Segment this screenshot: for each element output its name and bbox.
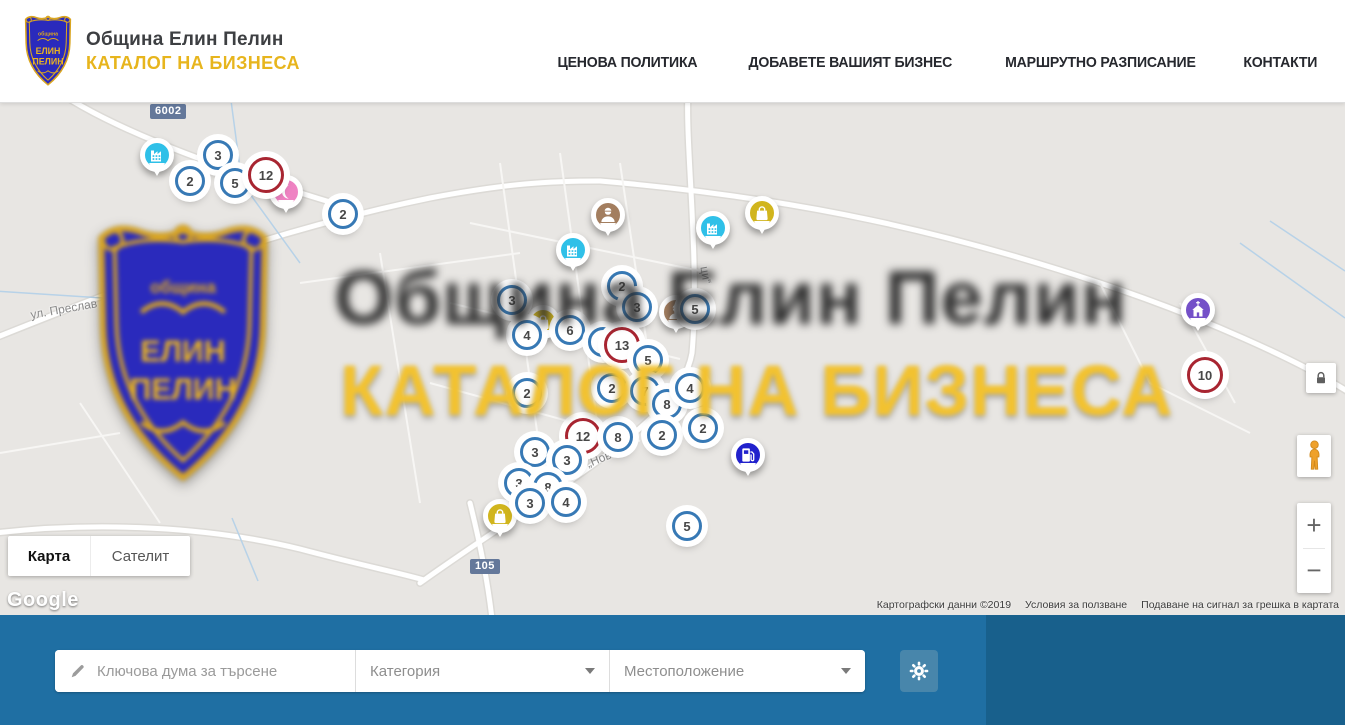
cluster-marker[interactable]: 3 (552, 445, 582, 475)
cluster-marker[interactable]: 2 (647, 420, 677, 450)
pegman-icon (1305, 440, 1324, 472)
cluster-marker[interactable]: 2 (328, 199, 358, 229)
chevron-down-icon (841, 668, 851, 679)
category-value: Категория (370, 663, 440, 680)
main-nav: ЦЕНОВА ПОЛИТИКА ДОБАВЕТЕ ВАШИЯТ БИЗНЕС М… (553, 54, 1320, 71)
location-select[interactable]: Местоположение (609, 650, 865, 692)
chevron-down-icon (585, 668, 595, 679)
cluster-marker[interactable]: 12 (248, 157, 284, 193)
factory-pin[interactable] (556, 233, 590, 267)
bag-pin[interactable] (745, 196, 779, 230)
cluster-marker[interactable]: 8 (603, 422, 633, 452)
map-type-satellite-button[interactable]: Сателит (90, 536, 190, 576)
category-select[interactable]: Категория (355, 650, 609, 692)
cluster-marker[interactable]: 4 (512, 320, 542, 350)
cluster-marker[interactable]: 5 (633, 345, 663, 375)
keyword-input[interactable] (97, 663, 337, 680)
search-bar-right-section (986, 615, 1345, 725)
cluster-marker[interactable]: 10 (1187, 357, 1223, 393)
pencil-icon (55, 662, 97, 680)
lock-button[interactable] (1306, 363, 1336, 393)
cluster-marker[interactable]: 3 (515, 488, 545, 518)
lock-icon (1313, 370, 1329, 386)
zoom-out-button[interactable]: − (1297, 549, 1331, 593)
site-title: Община Елин Пелин (86, 29, 300, 51)
cluster-marker[interactable]: 3 (497, 285, 527, 315)
keyword-field[interactable] (55, 650, 355, 692)
page: община ЕЛИН ПЕЛИН Община Елин Пелин КАТА… (0, 0, 1345, 725)
brand[interactable]: община ЕЛИН ПЕЛИН Община Елин Пелин КАТА… (22, 14, 300, 88)
cluster-marker[interactable]: 5 (220, 168, 250, 198)
search-fields-group: Категория Местоположение (55, 650, 865, 692)
site-subtitle: КАТАЛОГ НА БИЗНЕСА (86, 53, 300, 74)
nav-route-schedule[interactable]: МАРШРУТНО РАЗПИСАНИЕ (1005, 54, 1196, 71)
cluster-marker[interactable]: 2 (597, 373, 627, 403)
svg-text:община: община (38, 30, 58, 37)
fuel-pin[interactable] (731, 438, 765, 472)
map-attribution: Картографски данни ©2019 Условия за полз… (877, 599, 1339, 611)
header: община ЕЛИН ПЕЛИН Община Елин Пелин КАТА… (0, 0, 1345, 103)
cluster-marker[interactable]: 5 (680, 294, 710, 324)
cluster-marker[interactable]: 2 (688, 413, 718, 443)
svg-text:ЕЛИН: ЕЛИН (36, 46, 61, 56)
google-logo[interactable]: Google (7, 589, 79, 612)
cluster-marker[interactable]: 2 (512, 378, 542, 408)
advanced-settings-button[interactable] (900, 650, 938, 692)
attribution-report-link[interactable]: Подаване на сигнал за грешка в картата (1141, 599, 1339, 611)
nav-pricing[interactable]: ЦЕНОВА ПОЛИТИКА (558, 54, 698, 71)
street-view-pegman-button[interactable] (1297, 435, 1331, 477)
cluster-marker[interactable]: 5 (672, 511, 702, 541)
cluster-marker[interactable]: 4 (551, 487, 581, 517)
map-type-map-button[interactable]: Карта (8, 536, 90, 576)
municipality-logo-icon: община ЕЛИН ПЕЛИН (22, 14, 74, 88)
map-canvas[interactable]: 6002105ул. Преславбул. „Новоселци“ 32512… (0, 103, 1345, 615)
zoom-control: + − (1297, 503, 1331, 593)
cluster-marker[interactable]: 6 (555, 315, 585, 345)
gear-icon (908, 660, 930, 682)
cluster-marker[interactable]: 2 (175, 166, 205, 196)
factory-pin[interactable] (696, 211, 730, 245)
location-value: Местоположение (624, 663, 744, 680)
map-type-control: Карта Сателит (8, 536, 190, 576)
cluster-marker[interactable]: 3 (520, 437, 550, 467)
search-bar: Категория Местоположение (0, 615, 1345, 725)
worker-pin[interactable] (591, 198, 625, 232)
cluster-marker[interactable]: 3 (622, 292, 652, 322)
nav-add-business[interactable]: ДОБАВЕТЕ ВАШИЯТ БИЗНЕС (748, 54, 952, 71)
attribution-terms-link[interactable]: Условия за ползване (1025, 599, 1127, 611)
church-pin[interactable] (1181, 293, 1215, 327)
cluster-marker[interactable]: 4 (675, 373, 705, 403)
attribution-data: Картографски данни ©2019 (877, 599, 1011, 611)
zoom-in-button[interactable]: + (1297, 504, 1331, 548)
cluster-marker[interactable]: 3 (203, 140, 233, 170)
svg-text:ПЕЛИН: ПЕЛИН (32, 57, 63, 67)
factory-pin[interactable] (140, 138, 174, 172)
bag-pin[interactable] (483, 499, 517, 533)
map-markers: 32512232354671352278412822333834510 (0, 103, 1345, 615)
nav-contacts[interactable]: КОНТАКТИ (1244, 54, 1318, 71)
